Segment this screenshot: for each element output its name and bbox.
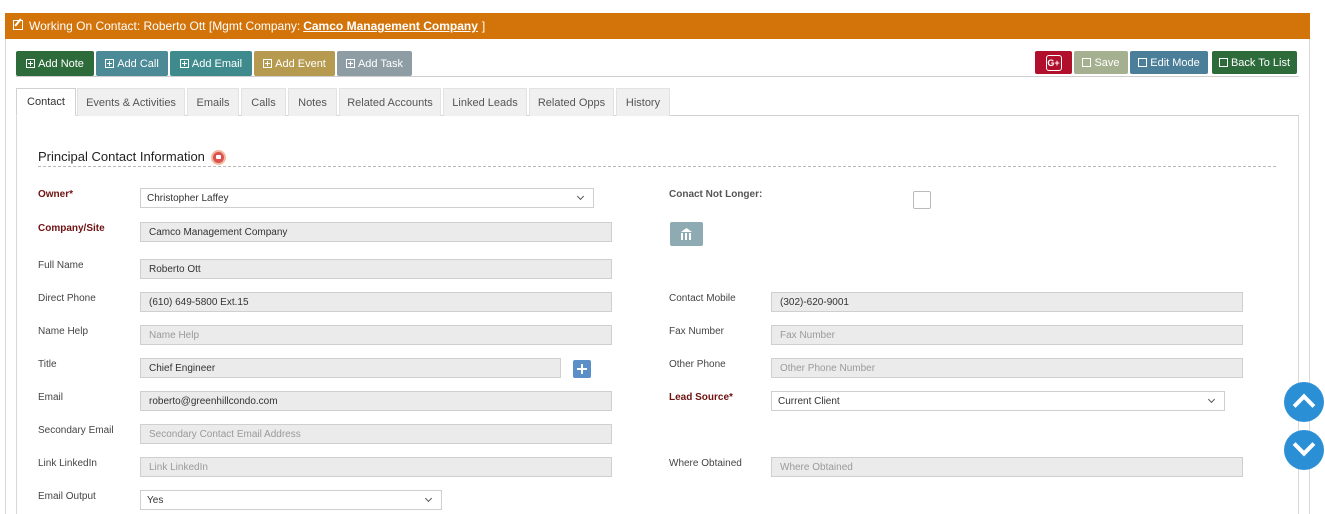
plus-square-icon xyxy=(26,59,36,68)
fax-label: Fax Number xyxy=(669,326,725,337)
linkedin-field[interactable]: Link LinkedIn xyxy=(140,457,612,477)
lead-source-select[interactable]: Current Client xyxy=(771,391,1225,411)
company-label: Company/Site xyxy=(38,223,105,234)
email-output-value: Yes xyxy=(147,494,164,506)
not-longer-checkbox[interactable] xyxy=(913,191,931,209)
company-field[interactable]: Camco Management Company xyxy=(140,222,612,242)
chevron-down-icon xyxy=(424,494,433,503)
contact-mobile-label: Contact Mobile xyxy=(669,293,736,304)
email-label: Email xyxy=(38,392,64,403)
record-icon[interactable] xyxy=(211,150,226,165)
plus-square-icon xyxy=(345,59,355,68)
section-title: Principal Contact Information xyxy=(38,149,205,164)
edit-mode-button[interactable]: Edit Mode xyxy=(1130,51,1208,74)
title-field[interactable]: Chief Engineer xyxy=(140,358,561,378)
owner-value: Christopher Laffey xyxy=(147,192,229,204)
google-plus-icon: G+ xyxy=(1045,54,1062,71)
name-help-label: Name Help xyxy=(38,326,89,337)
where-obtained-label: Where Obtained xyxy=(669,458,742,469)
add-email-button[interactable]: Add Email xyxy=(170,51,252,76)
fax-field[interactable]: Fax Number xyxy=(771,325,1243,345)
lead-source-label: Lead Source* xyxy=(669,392,733,403)
toolbar-divider xyxy=(16,76,1299,77)
email-field[interactable]: roberto@greenhillcondo.com xyxy=(140,391,612,411)
chevron-down-icon xyxy=(576,192,585,201)
tab-history[interactable]: History xyxy=(616,88,670,116)
where-obtained-field[interactable]: Where Obtained xyxy=(771,457,1243,477)
floppy-icon xyxy=(1082,58,1092,67)
add-call-label: Add Call xyxy=(117,57,159,70)
linkedin-label: Link LinkedIn xyxy=(38,458,97,469)
list-icon xyxy=(1218,58,1228,67)
tab-contact[interactable]: Contact xyxy=(16,88,76,116)
owner-label: Owner* xyxy=(38,189,74,200)
back-to-list-button[interactable]: Back To List xyxy=(1212,51,1297,74)
direct-phone-field[interactable]: (610) 649-5800 Ext.15 xyxy=(140,292,612,312)
scroll-down-button[interactable] xyxy=(1284,430,1324,470)
chevron-down-icon xyxy=(1207,395,1216,404)
scroll-up-button[interactable] xyxy=(1284,382,1324,422)
tab-linked-leads[interactable]: Linked Leads xyxy=(443,88,527,116)
name-help-field[interactable]: Name Help xyxy=(140,325,612,345)
add-task-label: Add Task xyxy=(357,57,404,70)
back-to-list-label: Back To List xyxy=(1230,56,1291,69)
full-name-label: Full Name xyxy=(38,260,84,271)
full-name-field[interactable]: Roberto Ott xyxy=(140,259,612,279)
secondary-email-label: Secondary Email xyxy=(38,425,114,436)
chevron-down-icon xyxy=(1292,433,1316,457)
plus-square-icon xyxy=(263,59,273,68)
contact-header: Working On Contact: Roberto Ott [Mgmt Co… xyxy=(5,13,1310,39)
tab-calls[interactable]: Calls xyxy=(241,88,286,116)
add-note-button[interactable]: Add Note xyxy=(16,51,94,76)
title-label: Title xyxy=(38,359,57,370)
secondary-email-field[interactable]: Secondary Contact Email Address xyxy=(140,424,612,444)
add-event-button[interactable]: Add Event xyxy=(254,51,335,76)
add-call-button[interactable]: Add Call xyxy=(96,51,168,76)
add-email-label: Add Email xyxy=(191,57,243,70)
other-phone-field[interactable]: Other Phone Number xyxy=(771,358,1243,378)
tab-content xyxy=(16,115,1299,514)
contact-mobile-field[interactable]: (302)-620-9001 xyxy=(771,292,1243,312)
edit-mode-label: Edit Mode xyxy=(1150,56,1200,69)
owner-select[interactable]: Christopher Laffey xyxy=(140,188,594,208)
plus-square-icon xyxy=(105,59,115,68)
google-plus-button[interactable]: G+ xyxy=(1035,51,1072,74)
plus-square-icon xyxy=(179,59,189,68)
section-divider xyxy=(38,166,1276,167)
email-output-select[interactable]: Yes xyxy=(140,490,442,510)
email-output-label: Email Output xyxy=(38,491,96,502)
header-suffix: ] xyxy=(481,19,486,33)
direct-phone-label: Direct Phone xyxy=(38,293,96,304)
other-phone-label: Other Phone xyxy=(669,359,726,370)
header-prefix: Working On Contact: Roberto Ott [Mgmt Co… xyxy=(29,19,301,33)
chevron-up-icon xyxy=(1292,393,1316,417)
tab-events-activities[interactable]: Events & Activities xyxy=(77,88,185,116)
save-label: Save xyxy=(1094,56,1120,69)
tab-emails[interactable]: Emails xyxy=(187,88,239,116)
edit-icon xyxy=(1138,58,1148,67)
save-button[interactable]: Save xyxy=(1074,51,1128,74)
not-longer-label: Conact Not Longer: xyxy=(669,189,763,200)
edit-icon xyxy=(13,20,23,30)
tab-notes[interactable]: Notes xyxy=(288,88,337,116)
company-link[interactable]: Camco Management Company xyxy=(303,19,478,33)
tab-related-opps[interactable]: Related Opps xyxy=(529,88,614,116)
add-event-label: Add Event xyxy=(275,57,326,70)
tab-related-accounts[interactable]: Related Accounts xyxy=(339,88,441,116)
add-title-button[interactable] xyxy=(573,360,591,378)
lead-source-value: Current Client xyxy=(778,395,840,407)
add-task-button[interactable]: Add Task xyxy=(337,51,412,76)
bank-icon[interactable] xyxy=(670,222,703,246)
add-note-label: Add Note xyxy=(38,57,84,70)
